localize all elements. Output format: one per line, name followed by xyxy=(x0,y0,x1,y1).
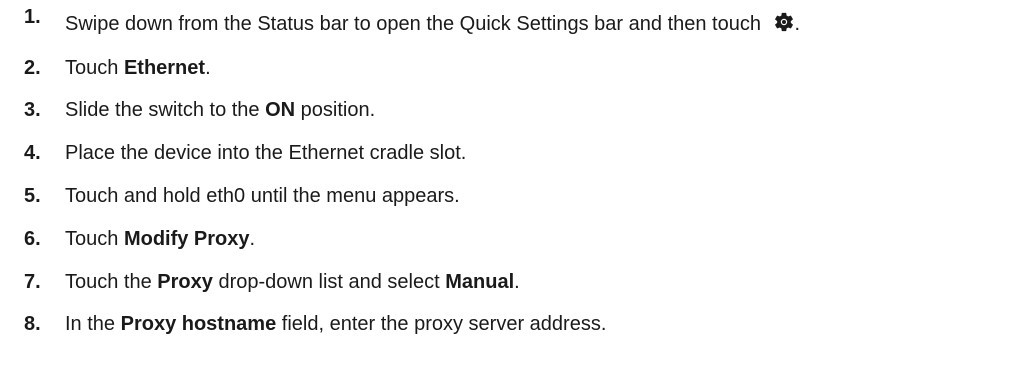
numbered-steps-list: 1. Swipe down from the Status bar to ope… xyxy=(0,0,1032,378)
step-text-part-bold: Modify Proxy xyxy=(123,228,250,250)
gear-icon xyxy=(773,11,795,33)
step-text-part-bold: ON xyxy=(265,99,296,121)
step-text-part: . xyxy=(249,228,256,250)
step-text-part-bold: Manual xyxy=(445,271,515,293)
step-text-part: drop-down list and select xyxy=(212,271,446,293)
step-text: In the Proxy hostname field, enter the p… xyxy=(65,313,606,335)
step-text: Touch Ethernet. xyxy=(65,57,211,79)
step-text: Touch the Proxy drop-down list and selec… xyxy=(65,271,520,293)
step-text-part: field, enter the proxy server address. xyxy=(276,313,607,335)
step-text-part: position. xyxy=(295,99,376,121)
step-number: 6. xyxy=(24,228,41,250)
step-text-part-bold: Proxy hostname xyxy=(120,313,277,335)
step-text-part: Slide the switch to the xyxy=(65,99,266,121)
step-text-part: Place the device into the Ethernet cradl… xyxy=(65,142,467,164)
step-text-part: Touch the xyxy=(65,271,158,293)
step-text-part: Touch xyxy=(65,57,124,79)
step-text: Slide the switch to the ON position. xyxy=(65,99,375,121)
step-text-part-bold: Ethernet xyxy=(123,57,206,79)
step-text: Place the device into the Ethernet cradl… xyxy=(65,142,466,164)
step-text-part: In the xyxy=(65,313,121,335)
step-number: 2. xyxy=(24,57,41,79)
step-text: Touch and hold eth0 until the menu appea… xyxy=(65,185,460,207)
step-number: 1. xyxy=(24,6,41,28)
step-text: Swipe down from the Status bar to open t… xyxy=(65,11,800,35)
step-text-part: Touch xyxy=(65,228,124,250)
step-text-part: Touch and hold eth0 until the menu appea… xyxy=(65,185,460,207)
step-text-part-bold: Proxy xyxy=(157,271,213,293)
step-number: 4. xyxy=(24,142,41,164)
step-text: Touch Modify Proxy. xyxy=(65,228,255,250)
step-number: 5. xyxy=(24,185,41,207)
step-text-suffix: . xyxy=(794,13,801,35)
step-number: 7. xyxy=(24,271,41,293)
step-number: 8. xyxy=(24,313,41,335)
step-text-part: . xyxy=(514,271,520,293)
step-text-part: Swipe down from the Status bar to open t… xyxy=(65,13,767,35)
step-text-part: . xyxy=(205,57,211,79)
step-number: 3. xyxy=(24,99,41,121)
